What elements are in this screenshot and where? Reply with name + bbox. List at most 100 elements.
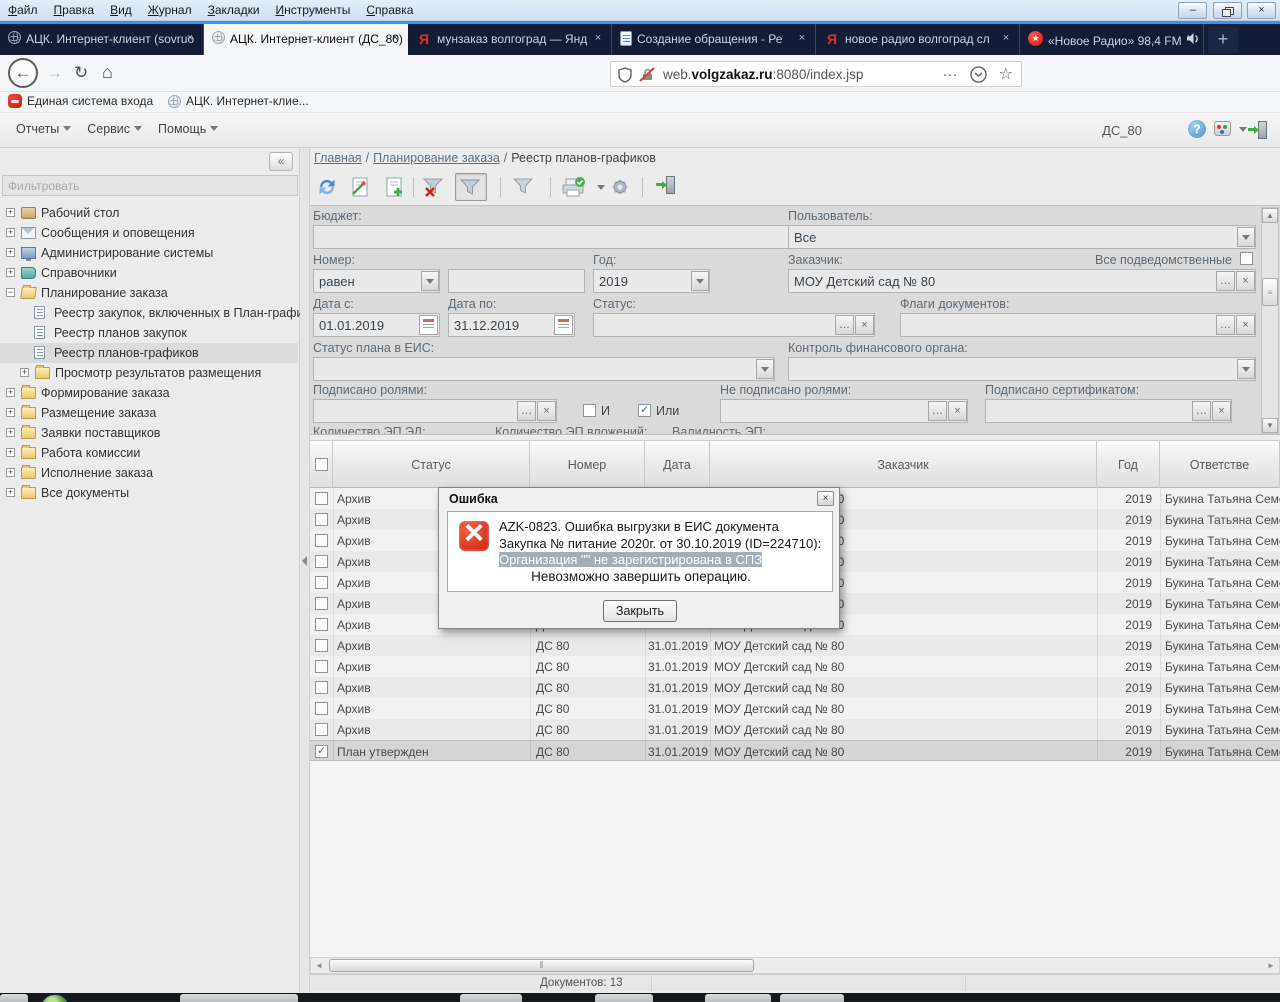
taskbar-button[interactable] xyxy=(0,994,28,1002)
fin-control-select[interactable] xyxy=(788,357,1256,381)
breadcrumb-item[interactable]: Планирование заказа xyxy=(373,151,500,165)
new-document-button[interactable] xyxy=(380,173,408,201)
unsigned-roles-clear-button[interactable]: × xyxy=(948,401,967,421)
reload-button[interactable]: ↻ xyxy=(74,63,88,83)
page-actions-icon[interactable]: … xyxy=(942,63,959,81)
bookmark-item[interactable]: АЦК. Интернет-клие... xyxy=(168,94,309,111)
tree-expander-icon[interactable]: + xyxy=(6,468,15,477)
row-checkbox[interactable] xyxy=(315,723,328,736)
flags-lookup-button[interactable]: … xyxy=(1216,315,1235,335)
shield-icon[interactable] xyxy=(618,67,632,86)
home-button[interactable]: ⌂ xyxy=(102,62,113,83)
tree-expander-icon[interactable]: + xyxy=(6,448,15,457)
restore-button[interactable] xyxy=(1212,2,1242,19)
or-checkbox[interactable] xyxy=(638,403,651,417)
tree-expander-icon[interactable]: + xyxy=(6,228,15,237)
scroll-left-icon[interactable]: ◄ xyxy=(311,958,327,973)
table-row[interactable]: Архив ДС 80 31.01.2019 МОУ Детский сад № 80… xyxy=(310,698,1280,719)
browser-tab[interactable]: Создание обращения - Ре × xyxy=(612,24,816,55)
table-row[interactable]: Архив ДС 80 31.01.2019 МОУ Детский сад № 80… xyxy=(310,677,1280,698)
column-header-1[interactable]: Статус xyxy=(333,441,530,489)
user-select[interactable]: Все xyxy=(788,225,1256,249)
year-caret[interactable] xyxy=(691,271,709,291)
browser-tab[interactable]: АЦК. Интернет-клиент (sovruo × xyxy=(0,24,204,55)
print-check-button[interactable] xyxy=(560,173,588,201)
column-header-2[interactable]: Номер xyxy=(530,441,645,489)
browser-tab[interactable]: Ямунзаказ волгоград — Янд × xyxy=(408,24,612,55)
scroll-up-icon[interactable]: ▲ xyxy=(1262,208,1278,223)
app-menu-Помощь[interactable]: Помощь xyxy=(158,122,219,136)
eis-status-select[interactable] xyxy=(313,357,775,381)
customer-clear-button[interactable]: × xyxy=(1236,271,1255,291)
signed-cert-field[interactable]: … × xyxy=(985,399,1232,423)
taskbar-button[interactable] xyxy=(180,994,298,1002)
browser-tab[interactable]: Яновое радио волгоград сл × xyxy=(816,24,1020,55)
pocket-icon[interactable] xyxy=(970,66,987,86)
signed-roles-lookup-button[interactable]: … xyxy=(517,401,536,421)
tab-close-icon[interactable]: × xyxy=(183,32,197,46)
dialog-close-button[interactable]: Закрыть xyxy=(603,600,677,622)
row-checkbox[interactable] xyxy=(315,492,328,505)
tree-item[interactable]: Реестр закупок, включенных в План-график xyxy=(0,303,309,323)
windows-taskbar[interactable] xyxy=(0,993,1280,1002)
row-checkbox[interactable] xyxy=(315,618,328,631)
signed-cert-clear-button[interactable]: × xyxy=(1212,401,1231,421)
theme-dropdown-caret[interactable] xyxy=(1239,127,1247,132)
and-checkbox[interactable] xyxy=(583,404,596,417)
date-to-field[interactable]: 31.12.2019 xyxy=(448,313,575,337)
column-header-4[interactable]: Заказчик xyxy=(710,441,1097,489)
tab-close-icon[interactable]: × xyxy=(591,32,605,46)
table-row[interactable]: Архив ДС 80 31.01.2019 МОУ Детский сад № 80… xyxy=(310,719,1280,740)
row-checkbox[interactable] xyxy=(315,555,328,568)
flags-field[interactable]: … × xyxy=(900,313,1256,337)
url-text[interactable]: web.volgzakaz.ru:8080/index.jsp xyxy=(663,67,863,82)
browser-menu-item[interactable]: Правка xyxy=(46,0,103,20)
dialog-close-icon[interactable]: × xyxy=(817,491,834,506)
tree-item[interactable]: + Сообщения и оповещения xyxy=(0,223,298,243)
tree-expander-icon[interactable]: + xyxy=(20,368,29,377)
table-row[interactable]: План утвержден ДС 80 31.01.2019 МОУ Детский… xyxy=(310,740,1280,761)
customer-lookup-button[interactable]: … xyxy=(1216,271,1235,291)
fin-control-caret[interactable] xyxy=(1237,359,1255,379)
taskbar-button[interactable] xyxy=(705,994,771,1002)
splitter-collapse-handle[interactable] xyxy=(302,556,307,566)
tree-item[interactable]: + Все документы xyxy=(0,483,298,503)
app-menu-Отчеты[interactable]: Отчеты xyxy=(16,122,72,136)
row-checkbox[interactable] xyxy=(315,702,328,715)
table-row[interactable]: Архив ДС 80 31.01.2019 МОУ Детский сад № 80… xyxy=(310,635,1280,656)
row-checkbox[interactable] xyxy=(315,681,328,694)
user-dropdown-caret[interactable] xyxy=(1237,227,1255,247)
breadcrumb-item[interactable]: Главная xyxy=(314,151,362,165)
forward-button[interactable]: → xyxy=(46,63,63,83)
tree-item[interactable]: + Просмотр результатов размещения xyxy=(0,363,298,383)
start-orb[interactable] xyxy=(40,994,70,1002)
column-header-3[interactable]: Дата xyxy=(645,441,710,489)
row-checkbox[interactable] xyxy=(315,576,328,589)
eis-status-caret[interactable] xyxy=(756,359,774,379)
tree-item[interactable]: + Рабочий стол xyxy=(0,203,298,223)
taskbar-button[interactable] xyxy=(460,994,522,1002)
tree-expander-icon[interactable]: − xyxy=(6,288,15,297)
bookmark-star-icon[interactable]: ☆ xyxy=(999,64,1013,84)
column-header-6[interactable]: Ответстве xyxy=(1160,441,1280,489)
date-from-calendar-icon[interactable] xyxy=(419,315,438,335)
filter-button[interactable] xyxy=(510,173,538,201)
bookmark-item[interactable]: Единая система входа xyxy=(8,94,153,111)
tree-expander-icon[interactable]: + xyxy=(6,428,15,437)
tree-item[interactable]: Реестр планов закупок xyxy=(0,323,298,343)
tree-expander-icon[interactable]: + xyxy=(6,488,15,497)
scroll-right-icon[interactable]: ► xyxy=(1263,958,1279,973)
flags-clear-button[interactable]: × xyxy=(1236,315,1255,335)
tree-expander-icon[interactable]: + xyxy=(6,208,15,217)
signed-roles-field[interactable]: … × xyxy=(313,399,557,423)
filter-scrollbar[interactable]: ▲ ≡ ▼ xyxy=(1261,207,1279,434)
browser-menu-item[interactable]: Файл xyxy=(0,0,46,20)
row-checkbox[interactable] xyxy=(315,534,328,547)
url-bar[interactable]: web.volgzakaz.ru:8080/index.jsp … ☆ xyxy=(610,61,1022,87)
scroll-down-icon[interactable]: ▼ xyxy=(1262,418,1278,433)
signed-roles-clear-button[interactable]: × xyxy=(537,401,556,421)
date-to-calendar-icon[interactable] xyxy=(554,315,573,335)
status-field[interactable]: … × xyxy=(593,313,875,337)
row-checkbox[interactable] xyxy=(315,639,328,652)
filter-button-active[interactable] xyxy=(455,173,487,201)
